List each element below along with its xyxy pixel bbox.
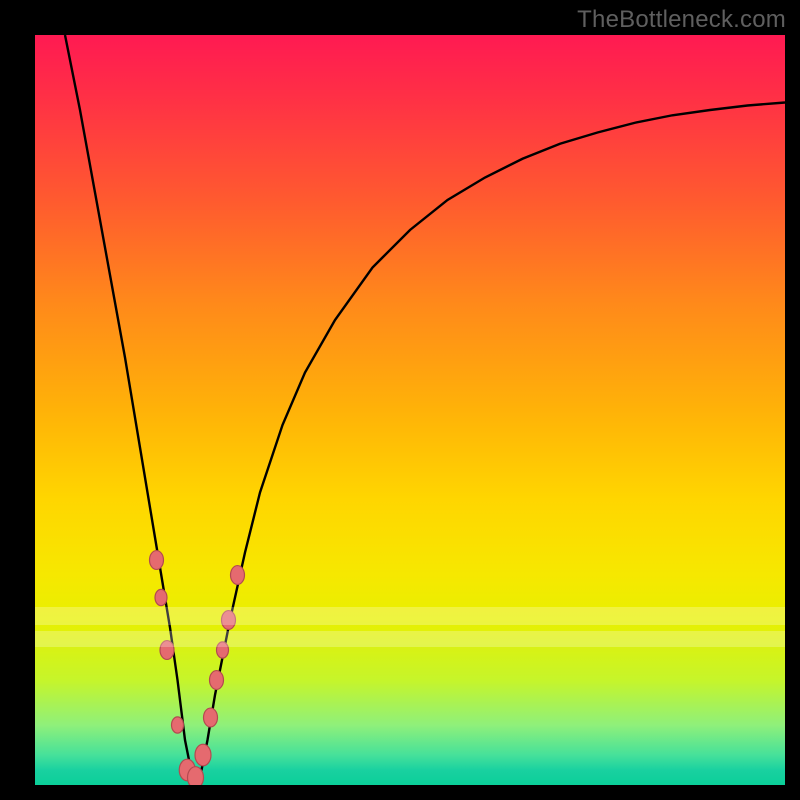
chart-frame: TheBottleneck.com [0, 0, 800, 800]
marker-point [172, 717, 184, 733]
bottleneck-curve [65, 35, 785, 778]
marker-point [155, 589, 167, 605]
chart-svg [35, 35, 785, 785]
haze-band-2 [35, 631, 785, 647]
marker-point [188, 767, 204, 785]
marker-point [204, 708, 218, 727]
marker-point [231, 566, 245, 585]
plot-area [35, 35, 785, 785]
marker-point [195, 744, 211, 766]
watermark-text: TheBottleneck.com [577, 6, 786, 34]
marker-point [150, 551, 164, 570]
marker-point [210, 671, 224, 690]
haze-band-1 [35, 607, 785, 625]
